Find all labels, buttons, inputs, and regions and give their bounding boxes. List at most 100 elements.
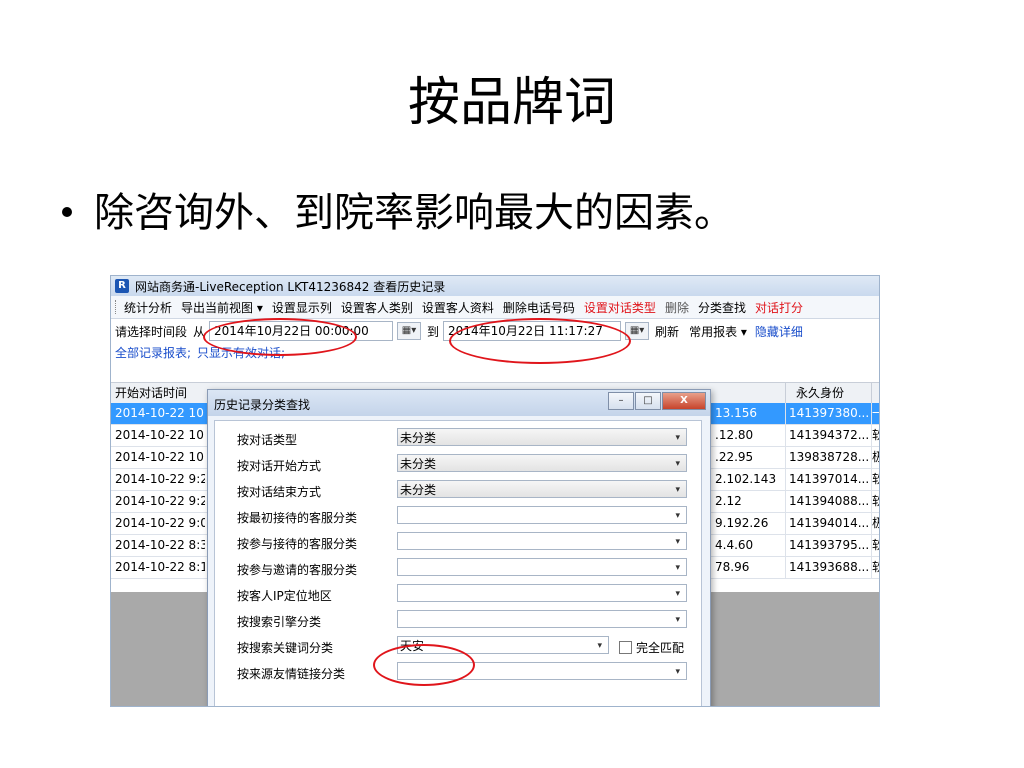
field-label: 按对话结束方式 xyxy=(237,485,322,499)
extra-cell: 一 xyxy=(871,403,879,424)
chevron-down-icon: ▾ xyxy=(675,511,680,521)
column-header-extra[interactable] xyxy=(871,383,879,403)
dialog-titlebar: 历史记录分类查找 – □ X xyxy=(208,390,710,416)
permanent-id-cell: 141397380... xyxy=(785,403,875,424)
menu-set-columns[interactable]: 设置显示列 xyxy=(272,299,332,316)
start-time-cell: 2014-10-22 8:3 xyxy=(115,538,205,552)
extra-cell: 软 xyxy=(871,557,879,578)
toolbar-grip-icon xyxy=(115,300,119,314)
menu-set-guest-profile[interactable]: 设置客人资料 xyxy=(422,299,494,316)
field-label: 按客人IP定位地区 xyxy=(237,589,332,603)
ip-cell: 2.102.143 xyxy=(715,472,777,486)
permanent-id-cell: 141394088... xyxy=(785,491,875,512)
time-range-label: 请选择时间段 xyxy=(115,324,188,339)
field-row-inviting-agent: 按参与邀请的客服分类 ▾ xyxy=(215,555,701,581)
all-records-report-link[interactable]: 全部记录报表; xyxy=(115,344,191,361)
start-method-select[interactable]: 未分类 ▾ xyxy=(397,454,687,472)
ip-cell: 13.156 xyxy=(715,406,757,420)
maximize-icon[interactable]: □ xyxy=(635,392,661,410)
chevron-down-icon: ▾ xyxy=(675,485,680,495)
field-row-end-method: 按对话结束方式 未分类 ▾ xyxy=(215,477,701,503)
menu-export-view[interactable]: 导出当前视图 ▾ xyxy=(181,299,263,316)
menu-delete-phone[interactable]: 删除电话号码 xyxy=(503,299,575,316)
chevron-down-icon: ▾ xyxy=(675,459,680,469)
ip-region-select[interactable]: ▾ xyxy=(397,584,687,602)
field-label: 按最初接待的客服分类 xyxy=(237,511,358,525)
from-calendar-icon[interactable]: ▦▾ xyxy=(397,322,422,340)
to-label: 到 xyxy=(427,324,440,339)
ip-cell: 4.4.60 xyxy=(715,538,754,552)
start-time-cell: 2014-10-22 9:2 xyxy=(115,472,205,486)
menu-set-guest-category[interactable]: 设置客人类别 xyxy=(341,299,413,316)
ip-cell: 2.12 xyxy=(715,494,742,508)
exact-match-checkbox[interactable] xyxy=(619,641,632,654)
menu-dialog-score[interactable]: 对话打分 xyxy=(755,299,803,316)
field-row-ip-region: 按客人IP定位地区 ▾ xyxy=(215,581,701,607)
end-method-select[interactable]: 未分类 ▾ xyxy=(397,480,687,498)
dialog-type-select[interactable]: 未分类 ▾ xyxy=(397,428,687,446)
field-row-participating-agent: 按参与接待的客服分类 ▾ xyxy=(215,529,701,555)
highlight-from-date-circle xyxy=(203,318,357,356)
extra-cell: 软 xyxy=(871,425,879,446)
ip-cell: 9.192.26 xyxy=(715,516,769,530)
dialog-title: 历史记录分类查找 xyxy=(214,398,311,412)
bullet-dot-icon xyxy=(62,207,72,217)
chevron-down-icon: ▾ xyxy=(675,563,680,573)
permanent-id-cell: 141393688... xyxy=(785,557,875,578)
exact-match-label: 完全匹配 xyxy=(636,641,685,655)
common-report-dropdown[interactable]: 常用报表 ▾ xyxy=(689,323,747,340)
slide-bullet-text: 除咨询外、到院率影响最大的因素。 xyxy=(94,190,734,236)
highlight-to-date-circle xyxy=(449,318,631,364)
exact-match-option[interactable]: 完全匹配 xyxy=(619,639,684,656)
field-label: 按搜索关键词分类 xyxy=(237,641,334,655)
dialog-window-buttons: – □ X xyxy=(607,392,706,410)
select-value: 未分类 xyxy=(400,483,437,497)
window-title: 网站商务通-LiveReception LKT41236842 查看历史记录 xyxy=(135,279,446,294)
field-label: 按参与邀请的客服分类 xyxy=(237,563,358,577)
extra-cell: 软 xyxy=(871,535,879,556)
refresh-button[interactable]: 刷新 xyxy=(655,323,679,340)
field-label: 按参与接待的客服分类 xyxy=(237,537,358,551)
highlight-keyword-circle xyxy=(373,644,475,686)
column-header-permanent-id[interactable]: 永久身份 xyxy=(785,383,879,403)
select-value: 未分类 xyxy=(400,457,437,471)
menu-category-search[interactable]: 分类查找 xyxy=(698,299,746,316)
hide-detail-link[interactable]: 隐藏详细 xyxy=(755,323,803,340)
inviting-agent-select[interactable]: ▾ xyxy=(397,558,687,576)
field-label: 按对话类型 xyxy=(237,433,298,447)
extra-cell: 软 xyxy=(871,469,879,490)
chevron-down-icon: ▾ xyxy=(675,615,680,625)
field-label: 按搜索引擎分类 xyxy=(237,615,322,629)
minimize-icon[interactable]: – xyxy=(608,392,634,410)
menu-delete[interactable]: 删除 xyxy=(665,299,689,316)
extra-cell: 软 xyxy=(871,491,879,512)
column-header-start-time[interactable]: 开始对话时间 xyxy=(115,383,205,403)
menu-stats[interactable]: 统计分析 xyxy=(124,299,172,316)
permanent-id-cell: 141397014... xyxy=(785,469,875,490)
permanent-id-cell: 141393795... xyxy=(785,535,875,556)
field-row-first-agent: 按最初接待的客服分类 ▾ xyxy=(215,503,701,529)
slide-title: 按品牌词 xyxy=(407,73,616,133)
chevron-down-icon: ▾ xyxy=(597,641,602,651)
field-row-start-method: 按对话开始方式 未分类 ▾ xyxy=(215,451,701,477)
search-engine-select[interactable]: ▾ xyxy=(397,610,687,628)
field-row-search-engine: 按搜索引擎分类 ▾ xyxy=(215,607,701,633)
participating-agent-select[interactable]: ▾ xyxy=(397,532,687,550)
first-agent-select[interactable]: ▾ xyxy=(397,506,687,524)
slide-bullet: 除咨询外、到院率影响最大的因素。 xyxy=(62,180,734,238)
start-time-cell: 2014-10-22 10: xyxy=(115,406,205,420)
field-row-dialog-type: 按对话类型 未分类 ▾ xyxy=(215,425,701,451)
extra-cell: 极 xyxy=(871,447,879,468)
permanent-id-cell: 141394014... xyxy=(785,513,875,534)
start-time-cell: 2014-10-22 9:2 xyxy=(115,494,205,508)
ip-cell: .12.80 xyxy=(715,428,754,442)
chevron-down-icon: ▾ xyxy=(675,667,680,677)
close-icon[interactable]: X xyxy=(662,392,706,410)
menu-bar: 统计分析 导出当前视图 ▾ 设置显示列 设置客人类别 设置客人资料 删除电话号码… xyxy=(111,296,879,319)
ip-cell: .22.95 xyxy=(715,450,754,464)
extra-cell: 极 xyxy=(871,513,879,534)
start-time-cell: 2014-10-22 8:1 xyxy=(115,560,205,574)
field-label: 按来源友情链接分类 xyxy=(237,667,346,681)
chevron-down-icon: ▾ xyxy=(675,537,680,547)
menu-set-dialog-type[interactable]: 设置对话类型 xyxy=(584,299,656,316)
